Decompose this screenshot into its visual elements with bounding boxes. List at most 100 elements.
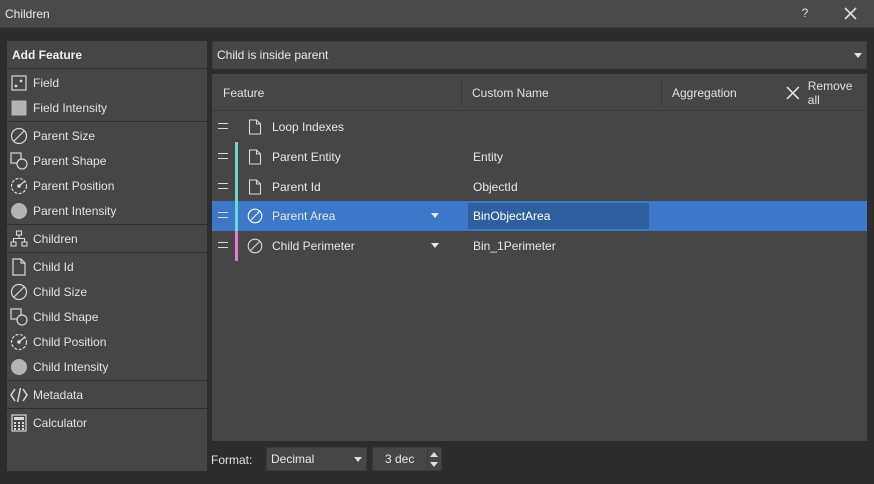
custom-name-input[interactable]: BinObjectArea — [468, 203, 649, 229]
feature-item-label: Parent Intensity — [33, 203, 117, 218]
close-button[interactable] — [840, 5, 860, 23]
child-group: Child Id Child Size Child Shape Child Po… — [7, 253, 207, 381]
drag-handle-icon[interactable] — [218, 183, 228, 189]
column-divider — [461, 80, 462, 105]
feature-item-child-shape[interactable]: Child Shape — [7, 304, 207, 329]
format-select-value: Decimal — [271, 452, 315, 466]
metadata-group: Metadata — [7, 381, 207, 409]
chevron-down-icon — [854, 53, 862, 58]
custom-name-cell[interactable]: Entity — [473, 142, 503, 172]
feature-name: Child Perimeter — [272, 239, 355, 253]
feature-item-metadata[interactable]: Metadata — [7, 382, 207, 407]
feature-item-label: Parent Size — [33, 128, 96, 143]
remove-all-button[interactable]: Remove all — [784, 74, 867, 111]
feature-item-label: Child Size — [33, 284, 88, 299]
chevron-down-icon — [354, 457, 362, 462]
column-header-feature[interactable]: Feature — [223, 74, 264, 111]
column-header-custom-name[interactable]: Custom Name — [472, 74, 549, 111]
feature-item-label: Parent Shape — [33, 153, 107, 168]
parent-group: Parent Size Parent Shape Parent Position… — [7, 122, 207, 225]
drag-handle-icon[interactable] — [218, 123, 228, 129]
table-row-selected[interactable]: Parent Area BinObjectArea — [212, 201, 867, 231]
shape-icon — [10, 151, 28, 170]
code-icon — [10, 386, 28, 404]
feature-name: Loop Indexes — [272, 120, 345, 134]
stepper-divider — [427, 448, 428, 470]
feature-dropdown-chevron-icon[interactable] — [431, 213, 439, 218]
size-icon — [247, 208, 263, 224]
field-intensity-icon — [10, 99, 28, 117]
feature-item-label: Children — [33, 231, 78, 246]
feature-item-label: Parent Position — [33, 178, 115, 193]
drag-handle-icon[interactable] — [218, 242, 228, 248]
table-header: Feature Custom Name Aggregation Remove a… — [212, 74, 867, 111]
feature-item-child-position[interactable]: Child Position — [7, 329, 207, 354]
document-icon — [248, 119, 262, 135]
drag-handle-icon[interactable] — [218, 153, 228, 159]
title-bar: Children — [0, 0, 874, 28]
feature-item-calculator[interactable]: Calculator — [7, 410, 207, 435]
field-group: Field Field Intensity — [7, 69, 207, 122]
feature-item-parent-intensity[interactable]: Parent Intensity — [7, 198, 207, 223]
feature-name: Parent Area — [272, 209, 336, 223]
table-row[interactable]: Parent Entity Entity — [212, 142, 867, 172]
feature-item-label: Calculator — [33, 415, 88, 430]
column-header-aggregation[interactable]: Aggregation — [672, 74, 737, 111]
close-icon — [786, 86, 800, 99]
drag-handle-icon[interactable] — [218, 212, 228, 218]
add-feature-panel: Add Feature Field Field Intensity Parent… — [7, 41, 207, 471]
feature-item-label: Child Position — [33, 334, 107, 349]
shape-icon — [10, 307, 28, 326]
intensity-icon — [10, 358, 28, 376]
field-icon — [10, 74, 28, 92]
parent-color-marker — [235, 172, 238, 202]
decimals-stepper[interactable]: 3 dec — [372, 447, 442, 471]
table-row[interactable]: Parent Id ObjectId — [212, 172, 867, 202]
custom-name-cell[interactable]: Bin_1Perimeter — [473, 231, 556, 261]
parent-color-marker — [235, 201, 238, 231]
calculator-icon — [10, 413, 28, 432]
feature-dropdown-chevron-icon[interactable] — [431, 243, 439, 248]
feature-item-child-intensity[interactable]: Child Intensity — [7, 354, 207, 379]
stepper-up-icon[interactable] — [430, 452, 438, 457]
custom-name-cell[interactable]: ObjectId — [473, 172, 518, 202]
position-icon — [10, 177, 28, 195]
stepper-down-icon[interactable] — [430, 462, 438, 467]
document-icon — [248, 149, 262, 165]
feature-item-children[interactable]: Children — [7, 226, 207, 251]
feature-item-label: Field Intensity — [33, 100, 108, 115]
feature-item-child-id[interactable]: Child Id — [7, 254, 207, 279]
window-title: Children — [5, 6, 50, 21]
feature-item-field[interactable]: Field — [7, 70, 207, 95]
feature-item-label: Child Shape — [33, 309, 99, 324]
feature-item-field-intensity[interactable]: Field Intensity — [7, 95, 207, 120]
column-divider — [661, 80, 662, 105]
add-feature-header: Add Feature — [7, 41, 207, 69]
children-group: Children — [7, 225, 207, 253]
size-icon — [247, 238, 263, 254]
feature-item-label: Field — [33, 75, 60, 90]
relation-select-value: Child is inside parent — [217, 48, 329, 62]
feature-item-parent-size[interactable]: Parent Size — [7, 123, 207, 148]
help-button[interactable]: ? — [798, 6, 812, 22]
size-icon — [10, 283, 28, 301]
position-icon — [10, 333, 28, 351]
feature-item-parent-position[interactable]: Parent Position — [7, 173, 207, 198]
feature-item-label: Child Intensity — [33, 359, 109, 374]
feature-item-child-size[interactable]: Child Size — [7, 279, 207, 304]
parent-color-marker — [235, 142, 238, 172]
remove-all-label: Remove all — [807, 78, 853, 107]
child-color-marker — [235, 231, 238, 261]
table-row[interactable]: Loop Indexes — [212, 112, 867, 142]
close-icon — [844, 7, 857, 20]
feature-name: Parent Id — [272, 180, 321, 194]
feature-item-label: Child Id — [33, 259, 74, 274]
relation-select[interactable]: Child is inside parent — [212, 41, 867, 69]
decimals-value: 3 dec — [385, 452, 415, 466]
feature-item-parent-shape[interactable]: Parent Shape — [7, 148, 207, 173]
format-select[interactable]: Decimal — [266, 447, 367, 471]
table-row[interactable]: Child Perimeter Bin_1Perimeter — [212, 231, 867, 261]
format-label: Format: — [211, 453, 253, 467]
document-icon — [10, 257, 28, 276]
features-table: Feature Custom Name Aggregation Remove a… — [212, 74, 867, 441]
